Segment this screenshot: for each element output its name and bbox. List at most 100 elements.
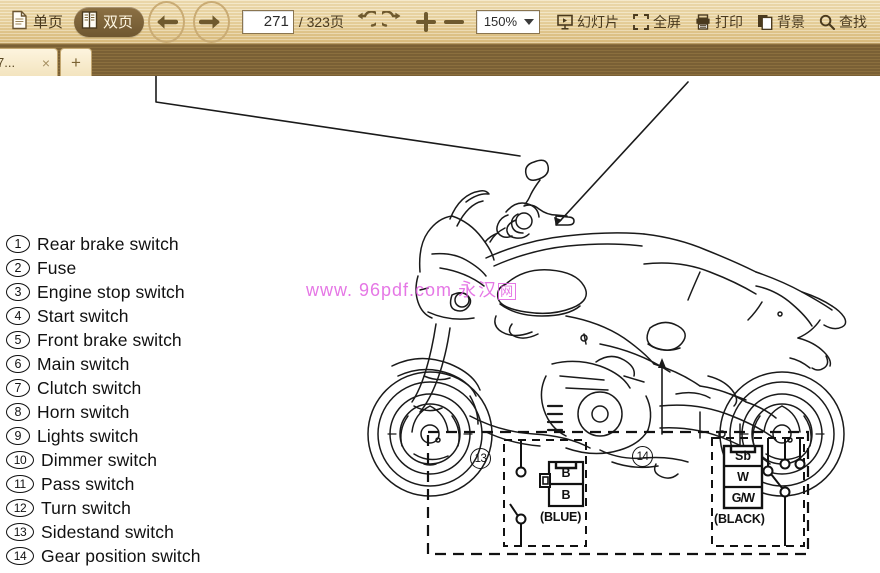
print-button[interactable]: 打印 bbox=[688, 6, 750, 38]
background-icon bbox=[758, 14, 773, 30]
fullscreen-icon bbox=[633, 13, 649, 30]
list-item-label: Start switch bbox=[37, 305, 129, 326]
tab-document-label: 7... bbox=[0, 55, 16, 70]
page-total-label: / 323页 bbox=[298, 13, 344, 30]
zoom-level-value: 150% bbox=[483, 14, 518, 29]
list-item: 14 Gear position switch bbox=[6, 544, 246, 568]
list-item-number: 6 bbox=[6, 355, 30, 373]
pdf-reader-window: 单页 双页 271 / 323页 150% 幻灯片 全屏 打印 背景 查找 7.… bbox=[0, 0, 880, 573]
single-page-icon bbox=[11, 10, 28, 34]
plus-icon: + bbox=[71, 53, 81, 72]
connector-color-black: (BLACK) bbox=[714, 512, 765, 526]
list-item-number: 10 bbox=[6, 451, 34, 469]
list-item: 11 Pass switch bbox=[6, 472, 246, 496]
terminal-label-gw: G/W bbox=[731, 491, 755, 505]
page-mode-group: 单页 双页 bbox=[4, 6, 145, 37]
callout-13: 13 bbox=[470, 448, 491, 469]
terminal-label-w: W bbox=[737, 470, 749, 484]
prev-page-button[interactable] bbox=[148, 0, 185, 43]
toolbar: 单页 双页 271 / 323页 150% 幻灯片 全屏 打印 背景 查找 bbox=[0, 0, 880, 44]
toolbar-right-group: 幻灯片 全屏 打印 背景 查找 bbox=[550, 6, 874, 38]
list-item: 1 Rear brake switch bbox=[6, 232, 246, 256]
list-item-number: 2 bbox=[6, 259, 30, 277]
list-item-label: Front brake switch bbox=[37, 329, 182, 350]
double-page-icon bbox=[81, 10, 98, 34]
new-tab-button[interactable]: + bbox=[60, 48, 92, 76]
list-item-label: Lights switch bbox=[37, 425, 139, 446]
double-page-label: 双页 bbox=[103, 14, 134, 31]
list-item: 10 Dimmer switch bbox=[6, 448, 246, 472]
list-item: 8 Horn switch bbox=[6, 400, 246, 424]
search-icon bbox=[819, 14, 836, 30]
document-page: www. 96pdf.com 永汉网 1 Rear brake switch 2F… bbox=[0, 76, 880, 573]
rotate-left-button[interactable] bbox=[352, 6, 378, 38]
terminal-label-b1: B bbox=[561, 466, 571, 480]
tab-bar: 7... × + bbox=[0, 44, 880, 76]
list-item: 2 Fuse bbox=[6, 256, 246, 280]
list-item-label: Engine stop switch bbox=[37, 281, 185, 302]
page-number-input[interactable]: 271 bbox=[241, 9, 294, 34]
fullscreen-button[interactable]: 全屏 bbox=[626, 6, 688, 38]
list-item-label: Main switch bbox=[37, 353, 130, 374]
slideshow-label: 幻灯片 bbox=[577, 13, 620, 30]
list-item-number: 13 bbox=[6, 523, 34, 541]
list-item: 12 Turn switch bbox=[6, 496, 246, 520]
slideshow-button[interactable]: 幻灯片 bbox=[550, 6, 626, 38]
list-item-number: 5 bbox=[6, 331, 30, 349]
list-item: 3 Engine stop switch bbox=[6, 280, 246, 304]
next-page-button[interactable] bbox=[192, 0, 230, 43]
find-label: 查找 bbox=[839, 13, 868, 30]
list-item-number: 9 bbox=[6, 427, 30, 445]
single-page-label: 单页 bbox=[33, 14, 64, 31]
list-item: 7 Clutch switch bbox=[6, 376, 246, 400]
list-item-label: Pass switch bbox=[41, 473, 135, 494]
list-item-number: 1 bbox=[6, 235, 30, 253]
tab-document[interactable]: 7... × bbox=[0, 48, 58, 76]
list-item-label: Rear brake switch bbox=[37, 233, 179, 254]
background-label: 背景 bbox=[777, 13, 806, 30]
list-item: 9 Lights switch bbox=[6, 424, 246, 448]
terminal-label-b2: B bbox=[561, 488, 571, 502]
list-item-label: Fuse bbox=[37, 257, 77, 278]
list-item-number: 3 bbox=[6, 283, 30, 301]
list-item: 13 Sidestand switch bbox=[6, 520, 246, 544]
list-item-label: Dimmer switch bbox=[41, 449, 158, 470]
list-item: 6 Main switch bbox=[6, 352, 246, 376]
list-item-number: 11 bbox=[6, 475, 34, 493]
connector-color-blue: (BLUE) bbox=[540, 510, 582, 524]
zoom-level-select[interactable]: 150% bbox=[475, 9, 541, 34]
arrow-left-icon bbox=[157, 14, 179, 29]
list-item-number: 12 bbox=[6, 499, 34, 517]
fullscreen-label: 全屏 bbox=[653, 13, 682, 30]
list-item-number: 14 bbox=[6, 547, 34, 565]
list-item: 5 Front brake switch bbox=[6, 328, 246, 352]
list-item-label: Gear position switch bbox=[41, 545, 201, 566]
list-item: 4 Start switch bbox=[6, 304, 246, 328]
list-item-number: 8 bbox=[6, 403, 30, 421]
chevron-down-icon bbox=[524, 18, 535, 25]
close-icon[interactable]: × bbox=[38, 55, 50, 71]
rotate-right-icon bbox=[381, 10, 401, 27]
zoom-out-button[interactable] bbox=[441, 6, 467, 38]
list-item-label: Horn switch bbox=[37, 401, 130, 422]
terminal-label-sb: Sb bbox=[735, 449, 751, 463]
rotate-right-button[interactable] bbox=[380, 6, 406, 38]
zoom-in-button[interactable] bbox=[413, 6, 439, 38]
callout-14: 14 bbox=[632, 446, 653, 467]
rotate-left-icon bbox=[357, 10, 376, 27]
list-item-number: 7 bbox=[6, 379, 30, 397]
arrow-right-icon bbox=[199, 14, 221, 29]
list-item-label: Sidestand switch bbox=[41, 521, 174, 542]
double-page-button[interactable]: 双页 bbox=[74, 6, 145, 37]
background-button[interactable]: 背景 bbox=[750, 6, 812, 38]
single-page-button[interactable]: 单页 bbox=[4, 7, 74, 37]
page-navigation: 271 / 323页 bbox=[241, 9, 344, 34]
plus-icon bbox=[415, 11, 436, 32]
list-item-label: Clutch switch bbox=[37, 377, 142, 398]
switch-legend-list: 1 Rear brake switch 2 Fuse 3 Engine stop sw… bbox=[6, 232, 246, 568]
list-item-label: Turn switch bbox=[41, 497, 131, 518]
find-button[interactable]: 查找 bbox=[812, 6, 874, 38]
print-label: 打印 bbox=[715, 13, 744, 30]
printer-icon bbox=[696, 13, 710, 30]
minus-icon bbox=[443, 19, 464, 24]
